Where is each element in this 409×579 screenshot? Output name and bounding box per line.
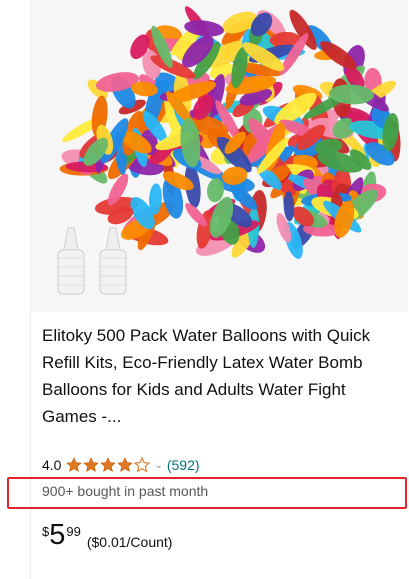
unit-price: ($0.01/Count) [86, 534, 173, 550]
product-card[interactable]: Elitoky 500 Pack Water Balloons with Qui… [30, 0, 408, 579]
water-balloons-image [31, 0, 408, 312]
review-count-link[interactable]: (592) [167, 457, 200, 473]
price[interactable]: $ 5 99 ($0.01/Count) [42, 519, 172, 551]
product-title[interactable]: Elitoky 500 Pack Water Balloons with Qui… [42, 322, 402, 430]
star-filled-icon [66, 457, 83, 472]
rating-value: 4.0 [42, 457, 62, 473]
star-filled-icon [117, 457, 134, 472]
chevron-down-icon[interactable]: ⌄ [154, 460, 162, 471]
product-image[interactable] [31, 0, 408, 312]
price-symbol: $ [42, 524, 50, 539]
price-whole: 5 [49, 519, 66, 551]
star-filled-icon [100, 457, 117, 472]
price-fraction: 99 [66, 524, 81, 539]
star-filled-icon [83, 457, 100, 472]
star-rating[interactable] [66, 457, 151, 473]
rating-row[interactable]: 4.0 ⌄ (592) [42, 455, 200, 475]
bought-in-past-month: 900+ bought in past month [42, 483, 209, 499]
star-empty-icon [134, 457, 151, 473]
